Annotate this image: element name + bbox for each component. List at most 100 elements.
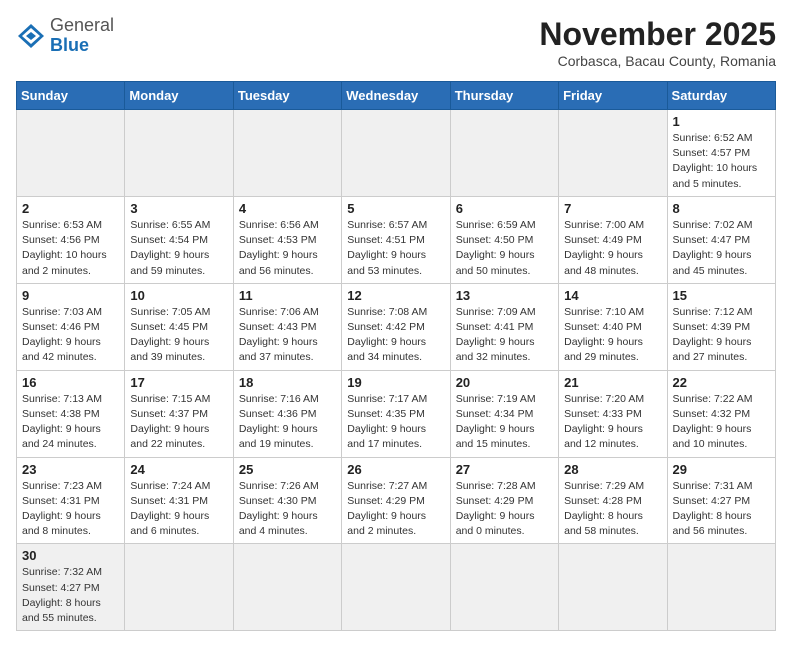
col-header-saturday: Saturday xyxy=(667,82,775,110)
day-number: 13 xyxy=(456,288,553,303)
day-info: Sunrise: 7:00 AM Sunset: 4:49 PM Dayligh… xyxy=(564,218,661,279)
day-info: Sunrise: 6:55 AM Sunset: 4:54 PM Dayligh… xyxy=(130,218,227,279)
col-header-sunday: Sunday xyxy=(17,82,125,110)
calendar-cell xyxy=(125,544,233,631)
day-info: Sunrise: 6:57 AM Sunset: 4:51 PM Dayligh… xyxy=(347,218,444,279)
page-header: General Blue November 2025 Corbasca, Bac… xyxy=(16,16,776,69)
day-number: 9 xyxy=(22,288,119,303)
calendar-cell: 12Sunrise: 7:08 AM Sunset: 4:42 PM Dayli… xyxy=(342,283,450,370)
day-number: 4 xyxy=(239,201,336,216)
day-info: Sunrise: 7:23 AM Sunset: 4:31 PM Dayligh… xyxy=(22,479,119,540)
col-header-wednesday: Wednesday xyxy=(342,82,450,110)
col-header-thursday: Thursday xyxy=(450,82,558,110)
day-info: Sunrise: 7:27 AM Sunset: 4:29 PM Dayligh… xyxy=(347,479,444,540)
day-number: 25 xyxy=(239,462,336,477)
day-info: Sunrise: 7:10 AM Sunset: 4:40 PM Dayligh… xyxy=(564,305,661,366)
day-info: Sunrise: 7:19 AM Sunset: 4:34 PM Dayligh… xyxy=(456,392,553,453)
day-number: 21 xyxy=(564,375,661,390)
day-number: 10 xyxy=(130,288,227,303)
calendar-week-row: 30 Sunrise: 7:32 AM Sunset: 4:27 PM Dayli… xyxy=(17,544,776,631)
day-info: Sunrise: 7:17 AM Sunset: 4:35 PM Dayligh… xyxy=(347,392,444,453)
day-info: Sunrise: 7:08 AM Sunset: 4:42 PM Dayligh… xyxy=(347,305,444,366)
calendar-cell: 7 Sunrise: 7:00 AM Sunset: 4:49 PM Daylig… xyxy=(559,196,667,283)
calendar-cell: 2 Sunrise: 6:53 AM Sunset: 4:56 PM Daylig… xyxy=(17,196,125,283)
day-info: Sunrise: 7:28 AM Sunset: 4:29 PM Dayligh… xyxy=(456,479,553,540)
day-info: Sunrise: 7:26 AM Sunset: 4:30 PM Dayligh… xyxy=(239,479,336,540)
day-number: 22 xyxy=(673,375,770,390)
day-info: Sunrise: 7:16 AM Sunset: 4:36 PM Dayligh… xyxy=(239,392,336,453)
calendar-header-row: SundayMondayTuesdayWednesdayThursdayFrid… xyxy=(17,82,776,110)
calendar-week-row: 23 Sunrise: 7:23 AM Sunset: 4:31 PM Dayli… xyxy=(17,457,776,544)
calendar-cell: 19 Sunrise: 7:17 AM Sunset: 4:35 PM Dayli… xyxy=(342,370,450,457)
calendar-cell xyxy=(342,544,450,631)
logo: General Blue xyxy=(16,16,114,56)
day-number: 17 xyxy=(130,375,227,390)
calendar-cell: 11Sunrise: 7:06 AM Sunset: 4:43 PM Dayli… xyxy=(233,283,341,370)
calendar-cell: 20 Sunrise: 7:19 AM Sunset: 4:34 PM Dayli… xyxy=(450,370,558,457)
day-info: Sunrise: 7:20 AM Sunset: 4:33 PM Dayligh… xyxy=(564,392,661,453)
calendar-cell: 25 Sunrise: 7:26 AM Sunset: 4:30 PM Dayli… xyxy=(233,457,341,544)
day-info: Sunrise: 7:05 AM Sunset: 4:45 PM Dayligh… xyxy=(130,305,227,366)
calendar-cell xyxy=(450,110,558,197)
day-info: Sunrise: 6:53 AM Sunset: 4:56 PM Dayligh… xyxy=(22,218,119,279)
day-number: 1 xyxy=(673,114,770,129)
day-number: 2 xyxy=(22,201,119,216)
calendar-cell: 26Sunrise: 7:27 AM Sunset: 4:29 PM Dayli… xyxy=(342,457,450,544)
day-number: 24 xyxy=(130,462,227,477)
day-info: Sunrise: 7:09 AM Sunset: 4:41 PM Dayligh… xyxy=(456,305,553,366)
day-info: Sunrise: 7:31 AM Sunset: 4:27 PM Dayligh… xyxy=(673,479,770,540)
calendar-cell: 29 Sunrise: 7:31 AM Sunset: 4:27 PM Dayli… xyxy=(667,457,775,544)
day-number: 19 xyxy=(347,375,444,390)
day-number: 18 xyxy=(239,375,336,390)
col-header-friday: Friday xyxy=(559,82,667,110)
calendar-cell: 22 Sunrise: 7:22 AM Sunset: 4:32 PM Dayli… xyxy=(667,370,775,457)
day-number: 11 xyxy=(239,288,336,303)
calendar-cell: 14 Sunrise: 7:10 AM Sunset: 4:40 PM Dayli… xyxy=(559,283,667,370)
col-header-monday: Monday xyxy=(125,82,233,110)
calendar-cell: 10 Sunrise: 7:05 AM Sunset: 4:45 PM Dayli… xyxy=(125,283,233,370)
day-number: 15 xyxy=(673,288,770,303)
day-number: 29 xyxy=(673,462,770,477)
calendar-cell: 18 Sunrise: 7:16 AM Sunset: 4:36 PM Dayli… xyxy=(233,370,341,457)
day-number: 5 xyxy=(347,201,444,216)
day-number: 8 xyxy=(673,201,770,216)
calendar-table: SundayMondayTuesdayWednesdayThursdayFrid… xyxy=(16,81,776,631)
calendar-cell: 28 Sunrise: 7:29 AM Sunset: 4:28 PM Dayli… xyxy=(559,457,667,544)
month-title: November 2025 xyxy=(539,16,776,53)
calendar-cell xyxy=(17,110,125,197)
calendar-cell: 13 Sunrise: 7:09 AM Sunset: 4:41 PM Dayli… xyxy=(450,283,558,370)
day-info: Sunrise: 7:13 AM Sunset: 4:38 PM Dayligh… xyxy=(22,392,119,453)
title-block: November 2025 Corbasca, Bacau County, Ro… xyxy=(539,16,776,69)
day-info: Sunrise: 7:32 AM Sunset: 4:27 PM Dayligh… xyxy=(22,565,119,626)
calendar-cell: 3Sunrise: 6:55 AM Sunset: 4:54 PM Daylig… xyxy=(125,196,233,283)
day-number: 27 xyxy=(456,462,553,477)
day-number: 28 xyxy=(564,462,661,477)
calendar-cell xyxy=(342,110,450,197)
day-number: 30 xyxy=(22,548,119,563)
calendar-cell xyxy=(559,544,667,631)
location-subtitle: Corbasca, Bacau County, Romania xyxy=(539,53,776,69)
calendar-cell: 15 Sunrise: 7:12 AM Sunset: 4:39 PM Dayli… xyxy=(667,283,775,370)
calendar-cell xyxy=(559,110,667,197)
calendar-cell: 5 Sunrise: 6:57 AM Sunset: 4:51 PM Daylig… xyxy=(342,196,450,283)
calendar-cell: 8Sunrise: 7:02 AM Sunset: 4:47 PM Daylig… xyxy=(667,196,775,283)
day-info: Sunrise: 7:12 AM Sunset: 4:39 PM Dayligh… xyxy=(673,305,770,366)
calendar-cell: 30 Sunrise: 7:32 AM Sunset: 4:27 PM Dayli… xyxy=(17,544,125,631)
calendar-cell: 17Sunrise: 7:15 AM Sunset: 4:37 PM Dayli… xyxy=(125,370,233,457)
calendar-cell: 23 Sunrise: 7:23 AM Sunset: 4:31 PM Dayli… xyxy=(17,457,125,544)
day-info: Sunrise: 6:59 AM Sunset: 4:50 PM Dayligh… xyxy=(456,218,553,279)
calendar-cell xyxy=(667,544,775,631)
logo-blue-text: Blue xyxy=(50,35,89,55)
calendar-cell: 27 Sunrise: 7:28 AM Sunset: 4:29 PM Dayli… xyxy=(450,457,558,544)
day-number: 23 xyxy=(22,462,119,477)
day-info: Sunrise: 7:22 AM Sunset: 4:32 PM Dayligh… xyxy=(673,392,770,453)
day-number: 6 xyxy=(456,201,553,216)
calendar-cell: 16Sunrise: 7:13 AM Sunset: 4:38 PM Dayli… xyxy=(17,370,125,457)
day-info: Sunrise: 7:24 AM Sunset: 4:31 PM Dayligh… xyxy=(130,479,227,540)
calendar-cell xyxy=(125,110,233,197)
day-number: 14 xyxy=(564,288,661,303)
day-number: 20 xyxy=(456,375,553,390)
calendar-cell xyxy=(233,110,341,197)
day-info: Sunrise: 7:29 AM Sunset: 4:28 PM Dayligh… xyxy=(564,479,661,540)
day-number: 7 xyxy=(564,201,661,216)
